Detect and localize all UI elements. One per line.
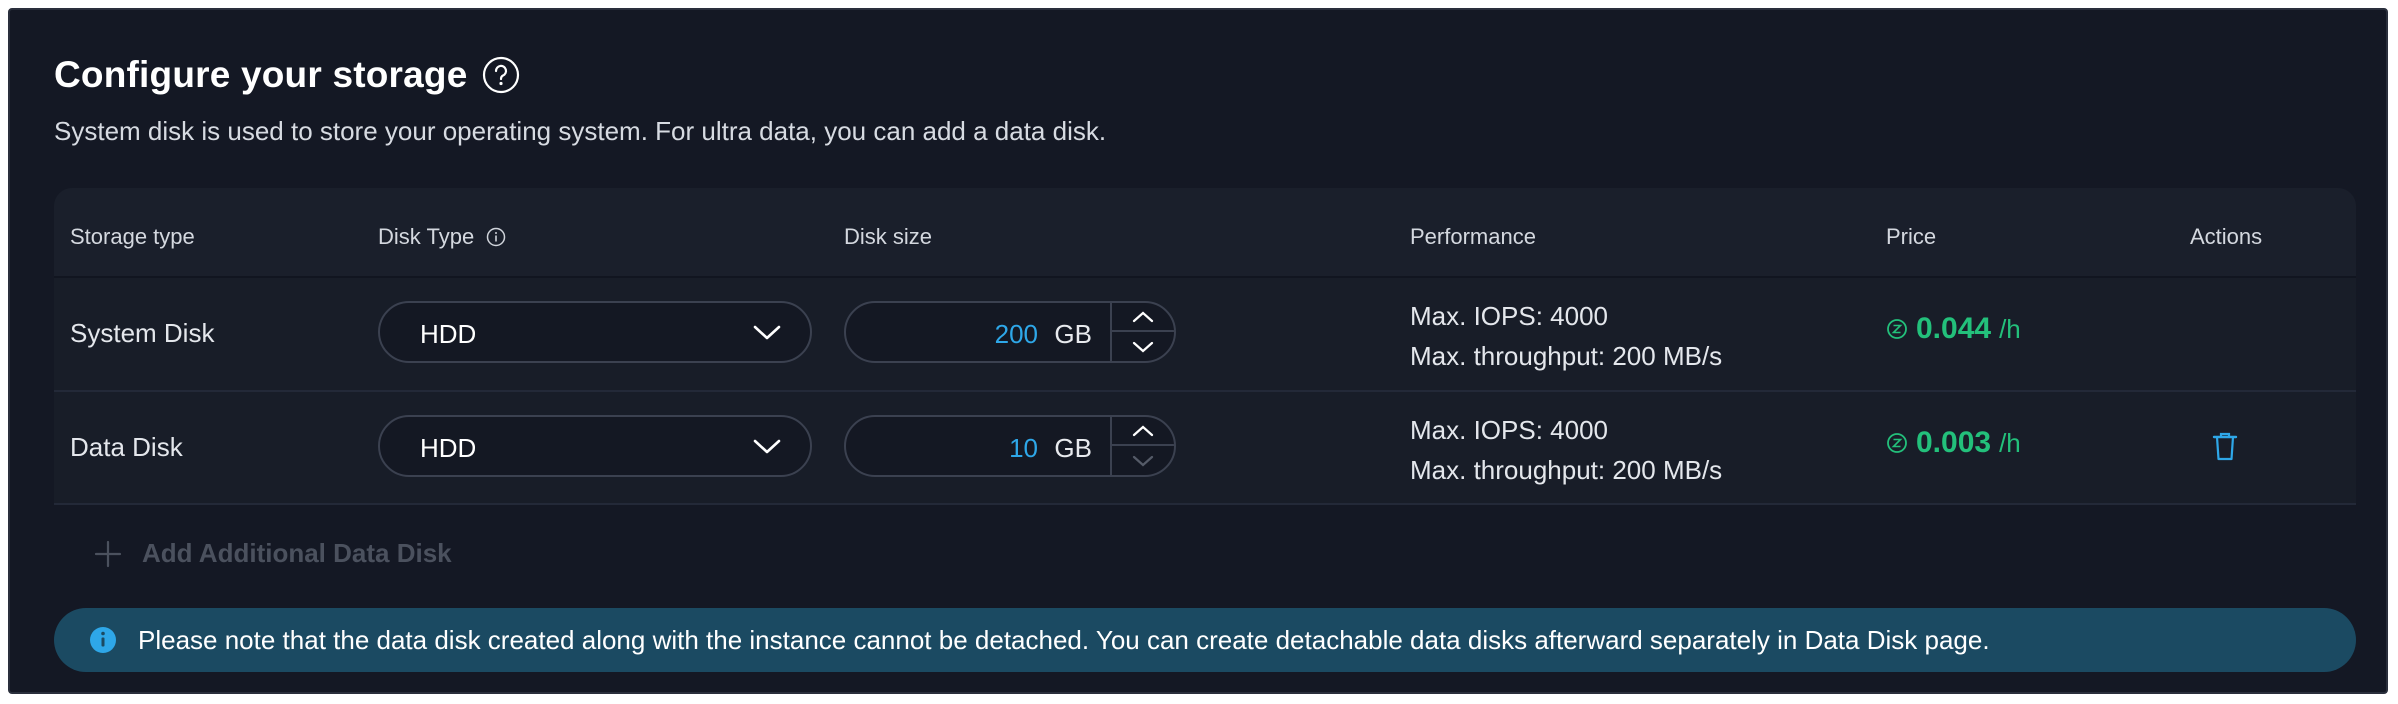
add-data-disk-label: Add Additional Data Disk	[142, 538, 452, 568]
price-cell: 0.044 /h	[1886, 312, 2021, 346]
trash-icon[interactable]	[2210, 430, 2240, 462]
col-actions: Actions	[2190, 224, 2263, 249]
disk-type-select[interactable]: HDD	[378, 415, 812, 477]
decrement-button[interactable]	[1112, 332, 1174, 361]
plus-icon	[94, 540, 122, 568]
table-row: Data Disk HDD 10 GB Max. IOPS: 4000 Max.…	[54, 392, 2356, 505]
disk-size-input[interactable]: 200 GB	[844, 301, 1176, 363]
disk-size-value[interactable]: 10	[1009, 433, 1038, 464]
add-data-disk-button[interactable]: Add Additional Data Disk	[94, 538, 452, 569]
disk-size-input[interactable]: 10 GB	[844, 415, 1176, 477]
col-performance: Performance	[1410, 224, 1536, 249]
storage-type-label: System Disk	[70, 318, 215, 348]
price-amount: 0.003	[1916, 426, 1992, 459]
disk-size-unit: GB	[1054, 433, 1092, 463]
chevron-down-icon	[752, 433, 782, 459]
chevron-down-icon	[1132, 341, 1154, 352]
performance-cell: Max. IOPS: 4000 Max. throughput: 200 MB/…	[1410, 410, 1722, 490]
storage-table: Storage type Disk Type Disk size Perform…	[54, 188, 2356, 505]
coin-icon	[1886, 432, 1908, 454]
chevron-down-icon	[752, 319, 782, 345]
storage-type-label: Data Disk	[70, 432, 183, 462]
col-price: Price	[1886, 224, 1937, 249]
price-unit: /h	[1999, 313, 2021, 344]
info-icon	[88, 625, 118, 655]
notice-text: Please note that the data disk created a…	[138, 624, 1990, 655]
decrement-button[interactable]	[1112, 446, 1174, 475]
increment-button[interactable]	[1112, 303, 1174, 332]
max-iops: Max. IOPS: 4000	[1410, 301, 1608, 331]
title-row: Configure your storage	[54, 54, 520, 96]
coin-icon	[1886, 318, 1908, 340]
storage-config-card: Configure your storage System disk is us…	[8, 8, 2388, 694]
performance-cell: Max. IOPS: 4000 Max. throughput: 200 MB/…	[1410, 296, 1722, 376]
col-storage-type: Storage type	[70, 224, 195, 249]
col-disk-type: Disk Type	[378, 224, 506, 250]
price-cell: 0.003 /h	[1886, 426, 2021, 460]
max-iops: Max. IOPS: 4000	[1410, 415, 1608, 445]
disk-size-unit: GB	[1054, 319, 1092, 349]
notice-banner: Please note that the data disk created a…	[54, 608, 2356, 672]
col-disk-size: Disk size	[844, 224, 933, 249]
price-amount: 0.044	[1916, 312, 1992, 345]
chevron-up-icon	[1132, 425, 1154, 436]
page-subtitle: System disk is used to store your operat…	[54, 116, 1107, 146]
disk-size-stepper	[1110, 303, 1174, 361]
disk-size-stepper	[1110, 417, 1174, 475]
chevron-up-icon	[1132, 311, 1154, 322]
help-icon[interactable]	[482, 56, 520, 94]
info-icon[interactable]	[486, 227, 506, 247]
disk-type-select[interactable]: HDD	[378, 301, 812, 363]
table-row: System Disk HDD 200 GB Max. IOPS: 4000 M…	[54, 278, 2356, 392]
disk-type-value: HDD	[420, 319, 477, 349]
disk-type-value: HDD	[420, 433, 477, 463]
table-header: Storage type Disk Type Disk size Perform…	[54, 188, 2356, 278]
disk-size-value[interactable]: 200	[995, 319, 1038, 350]
col-disk-type-label: Disk Type	[378, 224, 475, 249]
chevron-down-icon	[1132, 455, 1154, 466]
max-throughput: Max. throughput: 200 MB/s	[1410, 341, 1723, 371]
max-throughput: Max. throughput: 200 MB/s	[1410, 455, 1723, 485]
increment-button[interactable]	[1112, 417, 1174, 446]
page-title: Configure your storage	[54, 54, 468, 95]
price-unit: /h	[1999, 427, 2021, 458]
